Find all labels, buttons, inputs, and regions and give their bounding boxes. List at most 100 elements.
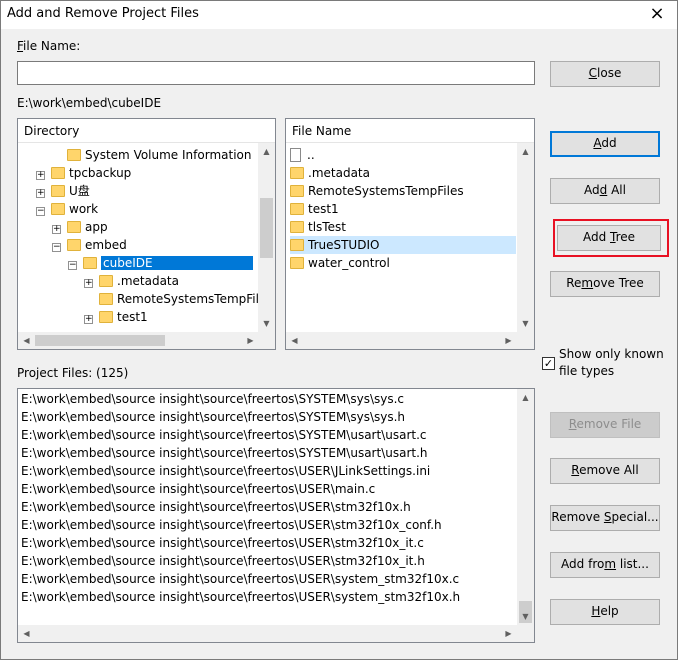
file-icon [290,148,301,162]
directory-item[interactable]: − cubeIDE [68,254,253,272]
project-files-hscroll[interactable]: ◀ ▶ [18,625,534,642]
scroll-left-icon[interactable]: ◀ [286,332,303,349]
scroll-down-icon[interactable]: ▼ [517,608,534,625]
directory-item-label: embed [85,238,127,252]
close-button[interactable]: Close [550,61,660,87]
directory-vscroll-thumb[interactable] [260,198,273,258]
directory-item[interactable]: + tpcbackup [36,164,131,182]
directory-item[interactable]: + test1 [84,308,148,326]
folder-icon [290,257,304,269]
directory-item[interactable]: + U盘 [36,182,90,200]
scroll-left-icon[interactable]: ◀ [18,332,35,349]
directory-item[interactable]: System Volume Information [52,146,251,164]
file-list-item[interactable]: water_control [290,254,516,272]
file-list-item-label: water_control [308,256,390,270]
folder-icon [290,167,304,179]
project-files-vscroll[interactable]: ▲ ▼ [517,389,534,625]
directory-item-label: cubeIDE [101,256,253,270]
project-file-item[interactable]: E:\work\embed\source insight\source\free… [21,588,460,606]
directory-item[interactable]: RemoteSystemsTempFile [84,290,266,308]
expand-icon[interactable]: + [84,279,93,288]
file-list-item[interactable]: .. [290,146,516,164]
project-file-item[interactable]: E:\work\embed\source insight\source\free… [21,408,405,426]
directory-item[interactable]: − work [36,200,98,218]
remove-all-button[interactable]: Remove All [550,458,660,484]
file-list-item-label: TrueSTUDIO [308,238,380,252]
remove-file-button[interactable]: Remove File [550,412,660,438]
project-file-item[interactable]: E:\work\embed\source insight\source\free… [21,444,428,462]
collapse-icon[interactable]: − [36,207,45,216]
title-bar: Add and Remove Project Files × [1,1,677,29]
directory-vscroll[interactable]: ▲ ▼ [258,143,275,332]
directory-item-label: app [85,220,108,234]
folder-icon [51,167,65,179]
project-file-item[interactable]: E:\work\embed\source insight\source\free… [21,570,459,588]
folder-icon [83,257,97,269]
collapse-icon[interactable]: − [68,261,77,270]
directory-hscroll-thumb[interactable] [35,335,165,346]
folder-icon [290,203,304,215]
project-file-item[interactable]: E:\work\embed\source insight\source\free… [21,462,430,480]
folder-icon [290,221,304,233]
directory-item[interactable]: − embed [52,236,127,254]
project-file-item[interactable]: E:\work\embed\source insight\source\free… [21,516,442,534]
add-remove-files-dialog: Add and Remove Project Files × File Name… [0,0,678,660]
show-known-label-line2: file types [559,364,615,378]
file-list-item[interactable]: tlsTest [290,218,516,236]
file-list-item[interactable]: TrueSTUDIO [290,236,516,254]
add-all-button[interactable]: Add All [550,178,660,204]
file-name-input[interactable] [17,61,535,85]
folder-icon [99,311,113,323]
collapse-icon[interactable]: − [52,243,61,252]
remove-tree-button[interactable]: Remove Tree [550,271,660,297]
add-from-list-button[interactable]: Add from list... [550,552,660,578]
scroll-right-icon[interactable]: ▶ [500,332,517,349]
expand-icon[interactable]: + [52,225,61,234]
scroll-down-icon[interactable]: ▼ [258,315,275,332]
file-list-vscroll[interactable]: ▲ ▼ [517,143,534,332]
project-file-item[interactable]: E:\work\embed\source insight\source\free… [21,390,404,408]
scroll-up-icon[interactable]: ▲ [517,389,534,406]
folder-icon [99,275,113,287]
directory-hscroll[interactable]: ◀ ▶ [18,332,275,349]
project-file-item[interactable]: E:\work\embed\source insight\source\free… [21,426,427,444]
project-file-item[interactable]: E:\work\embed\source insight\source\free… [21,480,375,498]
show-known-checkbox[interactable]: ✓ [542,357,555,370]
file-list-item[interactable]: test1 [290,200,516,218]
expand-icon[interactable]: + [36,189,45,198]
expand-icon[interactable]: + [84,315,93,324]
scroll-right-icon[interactable]: ▶ [500,625,517,642]
project-file-item[interactable]: E:\work\embed\source insight\source\free… [21,534,424,552]
directory-item[interactable]: + .metadata [84,272,179,290]
scroll-up-icon[interactable]: ▲ [258,143,275,160]
folder-icon [99,293,113,305]
project-files-list[interactable]: E:\work\embed\source insight\source\free… [17,388,535,643]
project-file-item[interactable]: E:\work\embed\source insight\source\free… [21,498,411,516]
scroll-up-icon[interactable]: ▲ [517,143,534,160]
file-name-label: File Name: [17,39,81,53]
folder-icon [290,185,304,197]
directory-tree[interactable]: Directory System Volume Information + tpcb… [17,118,276,350]
file-list-item[interactable]: RemoteSystemsTempFiles [290,182,516,200]
help-button[interactable]: Help [550,599,660,625]
scroll-right-icon[interactable]: ▶ [242,332,259,349]
remove-special-button[interactable]: Remove Special... [550,505,660,531]
scroll-left-icon[interactable]: ◀ [18,625,35,642]
file-list-item[interactable]: .metadata [290,164,516,182]
file-list-hscroll[interactable]: ◀ ▶ [286,332,534,349]
file-list-item-label: RemoteSystemsTempFiles [308,184,464,198]
project-file-item[interactable]: E:\work\embed\source insight\source\free… [21,552,425,570]
project-files-label: Project Files: (125) [17,366,129,380]
directory-item-label: RemoteSystemsTempFile [117,292,267,306]
file-list[interactable]: File Name .. .metadata RemoteSystemsTempFi… [285,118,535,350]
expand-icon[interactable]: + [36,171,45,180]
close-icon[interactable]: × [647,4,667,24]
scroll-down-icon[interactable]: ▼ [517,315,534,332]
directory-header: Directory [18,119,275,143]
directory-item[interactable]: + app [52,218,108,236]
directory-item-label: System Volume Information [85,148,252,162]
folder-icon [67,149,81,161]
add-tree-button[interactable]: Add Tree [557,225,661,251]
dialog-title: Add and Remove Project Files [7,6,199,21]
add-button[interactable]: Add [550,131,660,157]
